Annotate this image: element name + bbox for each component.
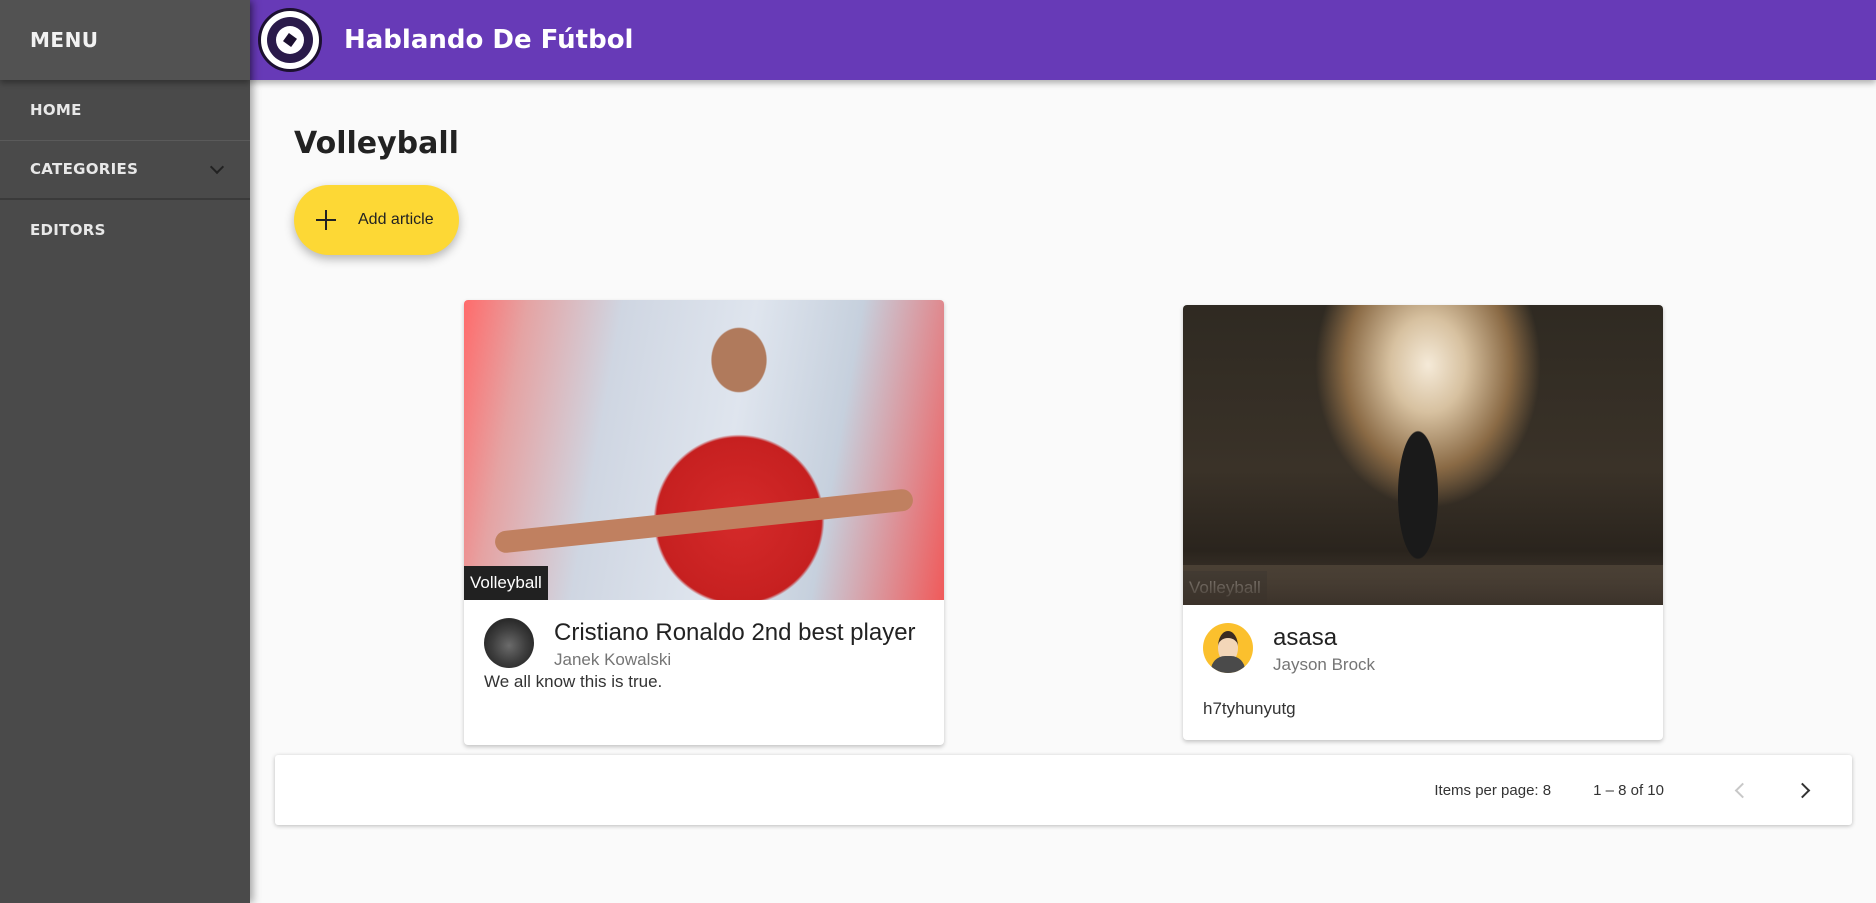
logo-ball: [276, 26, 304, 54]
article-title: asasa: [1273, 624, 1338, 651]
sidebar-item-label: CATEGORIES: [30, 160, 139, 178]
sidebar-item-categories[interactable]: CATEGORIES: [0, 140, 250, 200]
sidebar-header: MENU: [0, 0, 250, 80]
main-content: Volleyball Add article Volleyball Cristi…: [250, 80, 1876, 903]
article-meta: Cristiano Ronaldo 2nd best player Janek …: [554, 618, 916, 670]
sidebar-item-label: EDITORS: [30, 221, 106, 239]
article-card[interactable]: Volleyball Cristiano Ronaldo 2nd best pl…: [464, 300, 944, 745]
chevron-left-icon: [1734, 782, 1750, 798]
article-card[interactable]: Volleyball asasa Jayson Brock h7tyhunyut…: [1183, 305, 1663, 740]
article-author: Jayson Brock: [1273, 655, 1376, 674]
logo-ring: [267, 17, 313, 63]
article-text: We all know this is true.: [484, 672, 663, 691]
next-page-button[interactable]: [1782, 770, 1822, 810]
article-author: Janek Kowalski: [554, 650, 672, 669]
chevron-down-icon: [209, 159, 225, 175]
app-title: Hablando De Fútbol: [344, 25, 634, 55]
category-badge: Volleyball: [1183, 571, 1267, 605]
sidebar-item-editors[interactable]: EDITORS: [0, 200, 250, 260]
previous-page-button[interactable]: [1722, 770, 1762, 810]
add-article-button[interactable]: Add article: [294, 185, 459, 255]
page-title: Volleyball: [294, 126, 459, 161]
sidebar-nav: HOME CATEGORIES EDITORS: [0, 80, 250, 260]
page-range-label: 1 – 8 of 10: [1593, 781, 1664, 799]
article-text: h7tyhunyutg: [1203, 699, 1296, 718]
paginator: Items per page: 8 1 – 8 of 10: [275, 755, 1852, 825]
article-meta: asasa Jayson Brock: [1273, 623, 1375, 675]
sidebar-item-home[interactable]: HOME: [0, 80, 250, 140]
article-header: Cristiano Ronaldo 2nd best player Janek …: [464, 600, 944, 670]
sidebar: MENU HOME CATEGORIES EDITORS: [0, 0, 250, 903]
items-per-page[interactable]: Items per page: 8: [1434, 782, 1551, 799]
article-title: Cristiano Ronaldo 2nd best player: [554, 619, 916, 646]
avatar: [1203, 623, 1253, 673]
article-image: Volleyball: [1183, 305, 1663, 605]
top-bar: Hablando De Fútbol: [250, 0, 1876, 80]
avatar: [484, 618, 534, 668]
chevron-right-icon: [1794, 782, 1810, 798]
add-article-label: Add article: [358, 211, 434, 228]
article-image: Volleyball: [464, 300, 944, 600]
article-header: asasa Jayson Brock: [1183, 605, 1663, 675]
plus-icon: [316, 210, 336, 230]
soccer-ball-icon[interactable]: [258, 8, 322, 72]
sidebar-item-label: HOME: [30, 101, 82, 119]
category-badge: Volleyball: [464, 566, 548, 600]
